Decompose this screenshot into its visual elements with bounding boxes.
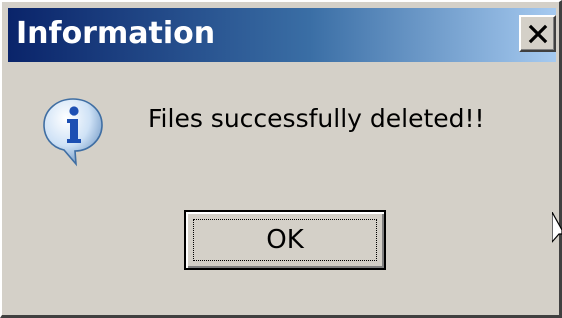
ok-button[interactable]: OK bbox=[184, 210, 386, 270]
title-bar[interactable]: Information bbox=[8, 8, 556, 62]
info-icon bbox=[43, 98, 103, 167]
dialog-message: Files successfully deleted!! bbox=[148, 104, 485, 133]
mouse-pointer-icon bbox=[552, 212, 562, 243]
dialog-title: Information bbox=[16, 16, 216, 51]
close-icon bbox=[528, 24, 548, 44]
information-dialog: Information Files successfully deleted!!… bbox=[0, 0, 562, 318]
close-button[interactable] bbox=[519, 15, 556, 52]
ok-button-label: OK bbox=[266, 225, 304, 255]
